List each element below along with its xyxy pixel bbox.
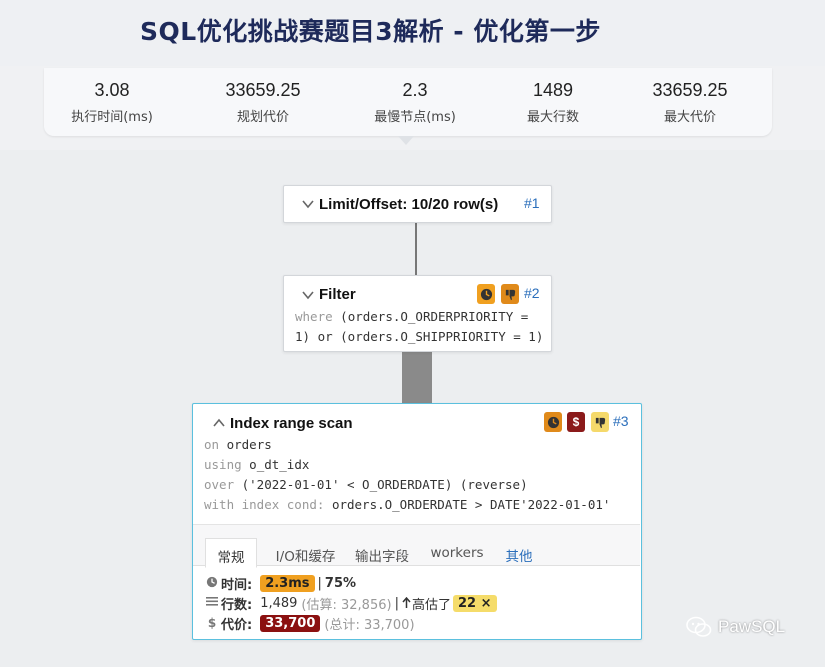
stat-value: 33659.25 [225, 80, 301, 100]
page-title: SQL优化挑战赛题目3解析 - 优化第一步 [140, 17, 601, 46]
metric-rows-estimate: (估算: 32,856) [301, 597, 392, 613]
metric-cost: $ 代价: 33,700 (总计: 33,700) [205, 613, 415, 633]
dollar-icon: $ [207, 616, 217, 630]
metric-rows-label: 行数: [221, 597, 253, 613]
metric-rows: 行数: 1,489 (估算: 32,856) | 高估了 22 × [205, 593, 497, 613]
node-tabs: 常规 I/O和缓存 输出字段 workers 其他 [193, 524, 640, 568]
scan-table: orders [219, 437, 272, 452]
node-id-link[interactable]: #3 [613, 413, 629, 429]
keyword-where: where [295, 309, 333, 324]
keyword-on: on [204, 437, 220, 452]
dollar-icon: $ [567, 412, 585, 432]
node-title: Index range scan [230, 415, 353, 432]
node-title: Limit/Offset: 10/20 row(s) [319, 196, 499, 213]
stat-max-rows: 1489 最大行数 [478, 80, 628, 125]
metric-time-percent: 75% [324, 575, 357, 591]
tab-general[interactable]: 常规 [205, 538, 257, 568]
plan-node-filter[interactable]: Filter #2 where (orders.O_ORDERPRIORITY … [283, 275, 552, 352]
rows-icon [205, 596, 219, 610]
stat-planning-cost: 33659.25 规划代价 [188, 80, 338, 125]
condition-line-1: (orders.O_ORDERPRIORITY = [332, 309, 529, 324]
clock-icon [205, 576, 219, 591]
clock-icon [544, 412, 562, 432]
chevron-down-icon[interactable] [302, 288, 314, 303]
keyword-over: over [204, 477, 235, 492]
chevron-up-icon[interactable] [213, 416, 225, 431]
stat-value: 2.3 [402, 80, 428, 100]
plan-node-index-range-scan[interactable]: Index range scan $ #3 on orders using o_… [192, 403, 642, 640]
stats-panel-pointer [398, 136, 414, 145]
plan-edge-1-2 [415, 223, 417, 275]
metric-time-value: 2.3ms [260, 574, 315, 592]
tab-other[interactable]: 其他 [499, 537, 539, 567]
stat-label: 最慢节点(ms) [374, 110, 456, 125]
chevron-down-icon[interactable] [302, 197, 314, 212]
scan-index-cond: orders.O_ORDERDATE > DATE'2022-01-01' [324, 497, 611, 512]
node-id-link[interactable]: #1 [524, 195, 540, 211]
arrow-up-icon [402, 597, 411, 609]
separator: | [317, 575, 322, 591]
stat-execution-time: 3.08 执行时间(ms) [37, 80, 187, 125]
scan-details: on orders using o_dt_idx over ('2022-01-… [204, 435, 610, 515]
plan-edge-2-3 [402, 352, 432, 404]
stat-label: 执行时间(ms) [71, 110, 153, 125]
thumbs-down-icon [501, 284, 519, 304]
tab-workers[interactable]: workers [425, 537, 489, 567]
separator: | [394, 595, 399, 611]
stat-label: 最大行数 [526, 110, 579, 125]
title-bar: SQL优化挑战赛题目3解析 - 优化第一步 [0, 0, 825, 66]
filter-condition: where (orders.O_ORDERPRIORITY = 1) or (o… [295, 307, 543, 347]
stat-value: 33659.25 [652, 80, 728, 100]
metric-cost-label: 代价: [221, 617, 253, 633]
condition-line-2: 1) or (orders.O_SHIPPRIORITY = 1) [295, 329, 544, 344]
stat-value: 3.08 [94, 80, 130, 100]
tab-output-fields[interactable]: 输出字段 [349, 537, 415, 567]
stat-label: 规划代价 [236, 110, 289, 125]
node-id-link[interactable]: #2 [524, 285, 540, 301]
watermark-text: PawSQL [718, 617, 786, 636]
stat-max-cost: 33659.25 最大代价 [615, 80, 765, 125]
keyword-index-cond: with index cond: [204, 497, 325, 512]
stat-slowest-node: 2.3 最慢节点(ms) [340, 80, 490, 125]
stat-value: 1489 [532, 80, 574, 100]
wechat-icon [686, 616, 712, 638]
metric-rows-factor: 22 × [452, 594, 497, 612]
keyword-using: using [204, 457, 242, 472]
metric-time: 时间: 2.3ms | 75% [205, 573, 356, 593]
watermark: PawSQL [686, 616, 785, 638]
metric-cost-value: 33,700 [260, 614, 321, 632]
node-title: Filter [319, 286, 356, 303]
metric-rows-overestimate-label: 高估了 [411, 597, 451, 613]
thumbs-down-icon [591, 412, 609, 432]
scan-range: ('2022-01-01' < O_ORDERDATE) (reverse) [234, 477, 528, 492]
stats-panel: 3.08 执行时间(ms) 33659.25 规划代价 2.3 最慢节点(ms)… [44, 68, 772, 136]
metric-time-label: 时间: [221, 577, 253, 593]
stat-label: 最大代价 [663, 110, 716, 125]
scan-index: o_dt_idx [241, 457, 310, 472]
tab-io-cache[interactable]: I/O和缓存 [268, 537, 343, 567]
metric-cost-total: (总计: 33,700) [324, 617, 415, 633]
clock-icon [477, 284, 495, 304]
plan-node-limit[interactable]: Limit/Offset: 10/20 row(s) #1 [283, 185, 552, 223]
metric-rows-value: 1,489 [260, 595, 298, 611]
